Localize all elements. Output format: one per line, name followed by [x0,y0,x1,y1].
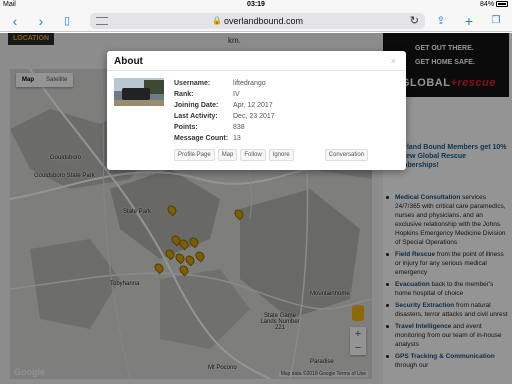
tabs-icon[interactable]: ❐ [487,13,505,29]
forward-arrow-icon[interactable]: › [32,13,50,29]
dialog-actions: Profile Page Map Follow Ignore Conversat… [174,149,369,161]
conversation-button[interactable]: Conversation [324,149,369,161]
share-icon[interactable]: ⇪ [432,13,450,29]
back-arrow-icon[interactable]: ‹ [6,13,24,29]
avatar[interactable] [114,78,164,106]
ignore-button[interactable]: Ignore [268,149,294,161]
url-text: overlandbound.com [224,16,304,26]
browser-toolbar: ‹ › ▯ 🔒 overlandbound.com ↻ ⇪ + ❐ [0,10,512,32]
about-dialog: About × Username: liftedrango Rank: IV Joi… [107,51,406,170]
dialog-header: About × [107,51,406,71]
new-tab-icon[interactable]: + [460,13,478,29]
member-info: Username: liftedrango Rank: IV Joining Dat… [174,78,275,144]
reload-icon[interactable]: ↻ [410,14,419,27]
status-bar: Mail 03:19 84% [0,0,512,10]
info-row-points: Points: 838 [174,124,245,131]
info-row-last-activity: Last Activity: Dec, 23 2017 [174,113,275,120]
lock-icon: 🔒 [212,16,222,25]
address-bar[interactable]: 🔒 overlandbound.com ↻ [90,13,425,29]
dialog-title: About [114,56,143,67]
battery-percent: 84% [480,1,495,8]
profile-page-button[interactable]: Profile Page [174,149,215,161]
info-row-joining-date: Joining Date: Apr, 12 2017 [174,102,273,109]
close-icon[interactable]: × [391,56,396,66]
map-button[interactable]: Map [217,149,238,161]
reader-icon[interactable] [96,17,108,25]
battery-icon [496,1,508,7]
follow-button[interactable]: Follow [240,149,266,161]
battery-indicator: 84% [480,1,508,8]
clock: 03:19 [247,1,265,8]
bookmarks-icon[interactable]: ▯ [58,13,76,29]
info-row-rank: Rank: IV [174,91,240,98]
info-row-message-count: Message Count: 13 [174,135,241,142]
info-row-username: Username: liftedrango [174,80,266,87]
